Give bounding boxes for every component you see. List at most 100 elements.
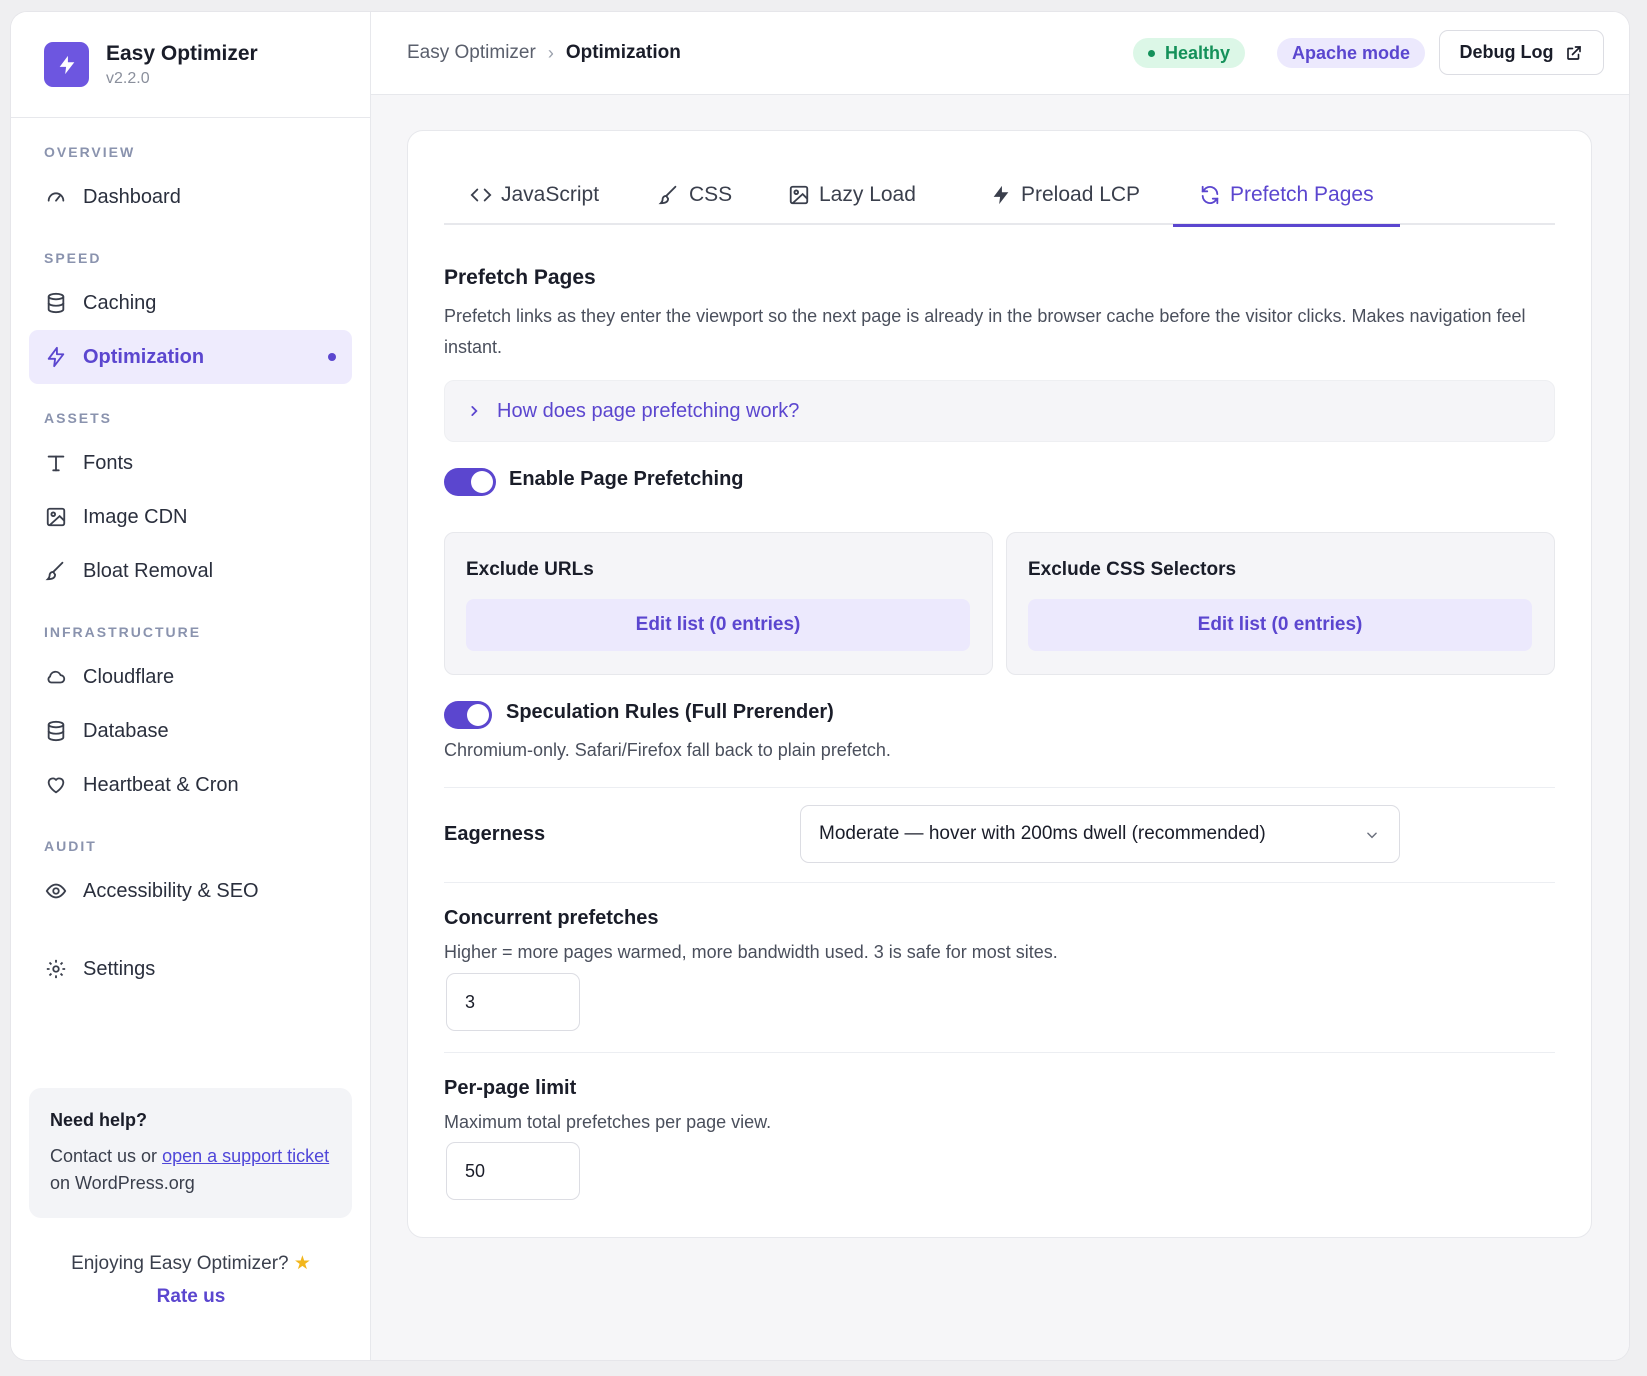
gauge-icon: [44, 185, 68, 209]
breadcrumb-root[interactable]: Easy Optimizer: [407, 42, 536, 64]
settings-card: JavaScript CSS Lazy Load Preload LCP Pre…: [407, 130, 1592, 1238]
mode-badge: Apache mode: [1277, 38, 1426, 68]
section-description: Prefetch links as they enter the viewpor…: [444, 306, 1526, 357]
sidebar-item-accessibility-seo[interactable]: Accessibility & SEO: [29, 864, 352, 918]
speculation-rules-label: Speculation Rules (Full Prerender): [506, 701, 834, 723]
section-label-audit: AUDIT: [44, 838, 97, 854]
sidebar-item-settings[interactable]: Settings: [29, 942, 352, 996]
gear-icon: [44, 957, 68, 981]
sidebar-item-heartbeat-cron[interactable]: Heartbeat & Cron: [29, 758, 352, 812]
brand-header: Easy Optimizer v2.2.0: [11, 12, 370, 118]
bolt-logo-icon: [44, 42, 89, 87]
sidebar-item-cloudflare[interactable]: Cloudflare: [29, 650, 352, 704]
edit-exclude-urls-button[interactable]: Edit list (0 entries): [466, 599, 970, 651]
image-icon: [789, 185, 809, 205]
per-page-limit-input[interactable]: 50: [446, 1142, 580, 1200]
eye-icon: [44, 879, 68, 903]
sidebar-item-optimization[interactable]: Optimization: [29, 330, 352, 384]
sidebar-item-label: Heartbeat & Cron: [83, 773, 239, 796]
section-title: Prefetch Pages: [444, 266, 596, 289]
section-label-infrastructure: INFRASTRUCTURE: [44, 624, 202, 640]
chevron-right-icon: [471, 406, 478, 416]
help-text-before: Contact us or: [50, 1146, 163, 1166]
edit-exclude-css-button[interactable]: Edit list (0 entries): [1028, 599, 1532, 651]
tab-lazy-load[interactable]: Lazy Load: [788, 165, 916, 225]
sidebar-item-bloat-removal[interactable]: Bloat Removal: [29, 544, 352, 598]
sidebar-item-label: Dashboard: [83, 185, 181, 208]
tab-preload-lcp[interactable]: Preload LCP: [990, 165, 1140, 225]
enjoy-label: Enjoying Easy Optimizer?: [71, 1253, 289, 1274]
sidebar-nav: OVERVIEW Dashboard SPEED Caching Optimiz…: [11, 144, 370, 996]
brush-icon: [658, 185, 677, 205]
sidebar-item-label: Settings: [83, 957, 156, 980]
concurrent-label: Concurrent prefetches: [444, 907, 659, 929]
external-link-icon: [1567, 45, 1582, 60]
exclude-urls-title: Exclude URLs: [466, 559, 594, 580]
sidebar-item-caching[interactable]: Caching: [29, 276, 352, 330]
status-badge: Healthy: [1133, 38, 1246, 68]
tab-javascript[interactable]: JavaScript: [470, 165, 599, 225]
tab-label: CSS: [689, 183, 733, 206]
faq-disclosure[interactable]: How does page prefetching work?: [444, 380, 1555, 442]
debug-log-button[interactable]: Debug Log: [1439, 30, 1604, 75]
eagerness-select[interactable]: Moderate — hover with 200ms dwell (recom…: [800, 805, 1400, 863]
sidebar-item-label: Accessibility & SEO: [83, 879, 259, 902]
exclude-css-title: Exclude CSS Selectors: [1028, 559, 1237, 580]
tab-bar: JavaScript CSS Lazy Load Preload LCP Pre…: [444, 165, 1555, 227]
section-label-speed: SPEED: [44, 250, 102, 266]
bolt-icon: [44, 345, 68, 369]
heart-icon: [44, 773, 68, 797]
breadcrumb-separator: ›: [547, 42, 554, 63]
cloud-icon: [44, 665, 68, 689]
support-ticket-link[interactable]: open a support ticket: [162, 1146, 329, 1166]
speculation-rules-description: Chromium-only. Safari/Firefox fall back …: [444, 740, 891, 760]
database-icon: [44, 719, 68, 743]
brush-icon: [44, 559, 68, 583]
help-text-after: on WordPress.org: [50, 1173, 195, 1193]
tab-css[interactable]: CSS: [658, 165, 732, 225]
sidebar-item-label: Bloat Removal: [83, 559, 214, 582]
section-label-assets: ASSETS: [44, 410, 113, 426]
brand-version: v2.2.0: [106, 69, 150, 87]
sidebar-item-label: Fonts: [83, 451, 134, 474]
help-title: Need help?: [50, 1110, 148, 1130]
sidebar-item-label: Database: [83, 719, 169, 742]
database-icon: [44, 291, 68, 315]
debug-log-label: Debug Log: [1459, 42, 1554, 62]
bolt-icon: [993, 185, 1009, 205]
tab-prefetch-pages[interactable]: Prefetch Pages: [1173, 165, 1400, 227]
topbar: Easy Optimizer › Optimization Healthy Ap…: [371, 12, 1629, 95]
star-icon: ★: [293, 1253, 311, 1274]
sidebar-item-dashboard[interactable]: Dashboard: [29, 170, 352, 224]
enable-prefetching-toggle[interactable]: [444, 468, 496, 496]
sidebar-item-fonts[interactable]: Fonts: [29, 436, 352, 490]
enable-prefetching-label: Enable Page Prefetching: [509, 468, 744, 490]
code-icon: [470, 188, 492, 202]
rate-us-link[interactable]: Rate us: [11, 1286, 371, 1308]
speculation-rules-toggle[interactable]: [444, 701, 492, 729]
help-card: Need help? Contact us or open a support …: [29, 1088, 352, 1218]
breadcrumb-current: Optimization: [565, 42, 681, 63]
refresh-icon: [1201, 185, 1219, 205]
sidebar-item-label: Caching: [83, 291, 157, 314]
brand-name: Easy Optimizer: [106, 41, 258, 65]
help-text: Contact us or open a support ticket on W…: [50, 1143, 331, 1197]
main-content: Easy Optimizer › Optimization Healthy Ap…: [371, 12, 1629, 1360]
sidebar-item-image-cdn[interactable]: Image CDN: [29, 490, 352, 544]
app-window: Easy Optimizer v2.2.0 OVERVIEW Dashboard…: [11, 12, 1629, 1360]
concurrent-input[interactable]: 3: [446, 973, 580, 1031]
sidebar-item-database[interactable]: Database: [29, 704, 352, 758]
status-dot: [1148, 49, 1155, 57]
active-indicator-dot: [328, 353, 336, 361]
sidebar: Easy Optimizer v2.2.0 OVERVIEW Dashboard…: [11, 12, 371, 1360]
section-label-overview: OVERVIEW: [44, 144, 136, 160]
exclude-urls-panel: Exclude URLs Edit list (0 entries): [444, 532, 993, 675]
tab-label: Preload LCP: [1021, 183, 1141, 206]
tab-label: JavaScript: [501, 183, 600, 206]
eagerness-selected: Moderate — hover with 200ms dwell (recom…: [819, 823, 1266, 844]
divider: [444, 882, 1555, 883]
image-icon: [44, 505, 68, 529]
status-badge-label: Healthy: [1165, 42, 1231, 63]
divider: [444, 787, 1555, 788]
sidebar-item-label: Optimization: [83, 345, 205, 368]
